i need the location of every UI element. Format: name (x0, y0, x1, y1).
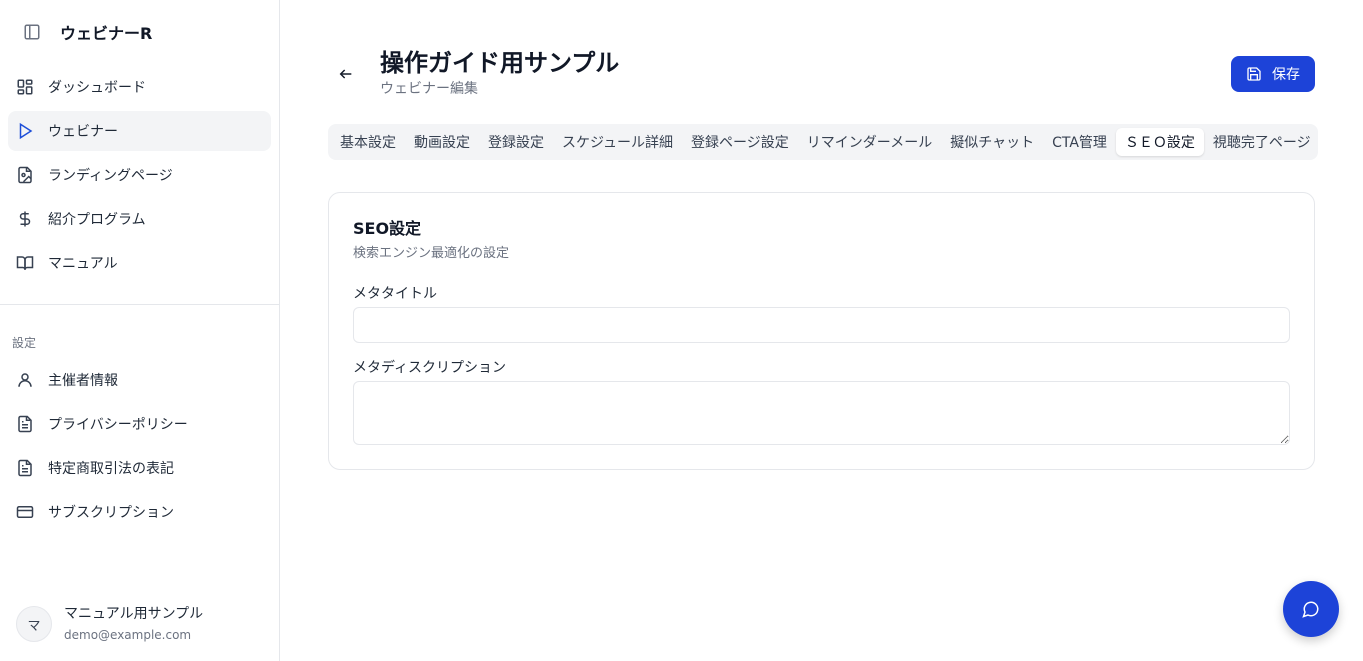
card-description: 検索エンジン最適化の設定 (353, 246, 510, 261)
meta-title-input[interactable] (353, 307, 1290, 343)
tab-basic[interactable]: 基本設定 (331, 128, 405, 156)
sidebar-item-privacy[interactable]: プライバシーポリシー (8, 404, 271, 444)
tab-pseudo-chat[interactable]: 擬似チャット (941, 128, 1043, 156)
save-icon (1246, 66, 1262, 82)
play-icon (16, 122, 34, 140)
tab-registration[interactable]: 登録設定 (479, 128, 553, 156)
user-icon (16, 371, 34, 389)
sidebar-item-label: ダッシュボード (48, 80, 146, 96)
brand: ウェビナーR (20, 20, 152, 44)
book-open-icon (16, 254, 34, 272)
sidebar-item-organizer[interactable]: 主催者情報 (8, 360, 271, 400)
avatar: マ (16, 606, 52, 642)
meta-description-label: メタディスクリプション (353, 360, 507, 376)
tab-seo[interactable]: ＳＥＯ設定 (1115, 128, 1204, 156)
save-button[interactable]: 保存 (1231, 56, 1315, 92)
sidebar-divider (0, 304, 279, 305)
page-subtitle: ウェビナー編集 (380, 81, 478, 97)
file-text-icon (16, 415, 34, 433)
settings-section-label: 設定 (12, 336, 37, 350)
dollar-icon (16, 210, 34, 228)
card-title: SEO設定 (353, 219, 422, 238)
tab-registration-page[interactable]: 登録ページ設定 (682, 128, 798, 156)
sidebar-item-manual[interactable]: マニュアル (8, 243, 271, 283)
tab-cta[interactable]: CTA管理 (1043, 128, 1116, 156)
sidebar-item-dashboard[interactable]: ダッシュボード (8, 67, 271, 107)
sidebar-item-referral[interactable]: 紹介プログラム (8, 199, 271, 239)
sidebar-item-label: 主催者情報 (48, 373, 118, 389)
meta-description-textarea[interactable] (353, 381, 1290, 445)
meta-title-label: メタタイトル (353, 286, 437, 302)
tab-completion-page[interactable]: 視聴完了ページ (1204, 128, 1320, 156)
back-button[interactable] (334, 62, 358, 86)
sidebar-item-commerce-law[interactable]: 特定商取引法の表記 (8, 448, 271, 488)
sidebar-item-label: プライバシーポリシー (48, 417, 188, 433)
sidebar-item-landing-page[interactable]: ランディングページ (8, 155, 271, 195)
layout-grid-icon (16, 78, 34, 96)
user-email: demo@example.com (64, 628, 192, 642)
file-text-icon (16, 459, 34, 477)
sidebar-item-subscription[interactable]: サブスクリプション (8, 492, 271, 532)
sidebar-item-webinar[interactable]: ウェビナー (8, 111, 271, 151)
tab-video[interactable]: 動画設定 (405, 128, 479, 156)
sidebar-item-label: マニュアル (48, 256, 118, 272)
user-name: マニュアル用サンプル (64, 606, 204, 622)
sidebar: ウェビナーR ダッシュボード ウェビナー ランディングページ 紹介プログラム マ… (0, 0, 280, 661)
page-title: 操作ガイド用サンプル (380, 49, 620, 77)
sidebar-toggle-icon[interactable] (20, 20, 44, 44)
sidebar-item-label: サブスクリプション (48, 505, 174, 521)
tab-schedule[interactable]: スケジュール詳細 (553, 128, 682, 156)
chat-button[interactable] (1283, 581, 1339, 637)
tab-reminder-mail[interactable]: リマインダーメール (798, 128, 941, 156)
sidebar-item-label: 紹介プログラム (48, 212, 146, 228)
user-profile[interactable]: マ マニュアル用サンプル demo@example.com (16, 604, 203, 644)
tab-bar: 基本設定 動画設定 登録設定 スケジュール詳細 登録ページ設定 リマインダーメー… (328, 124, 1318, 160)
credit-card-icon (16, 503, 34, 521)
sidebar-item-label: 特定商取引法の表記 (48, 461, 174, 477)
message-circle-icon (1302, 601, 1319, 618)
save-label: 保存 (1272, 67, 1300, 83)
sidebar-item-label: ウェビナー (48, 124, 118, 140)
app-name: ウェビナーR (60, 24, 153, 43)
seo-settings-card: SEO設定 検索エンジン最適化の設定 メタタイトル メタディスクリプション (328, 192, 1315, 470)
file-image-icon (16, 166, 34, 184)
sidebar-item-label: ランディングページ (48, 168, 173, 184)
arrow-left-icon (339, 69, 352, 79)
